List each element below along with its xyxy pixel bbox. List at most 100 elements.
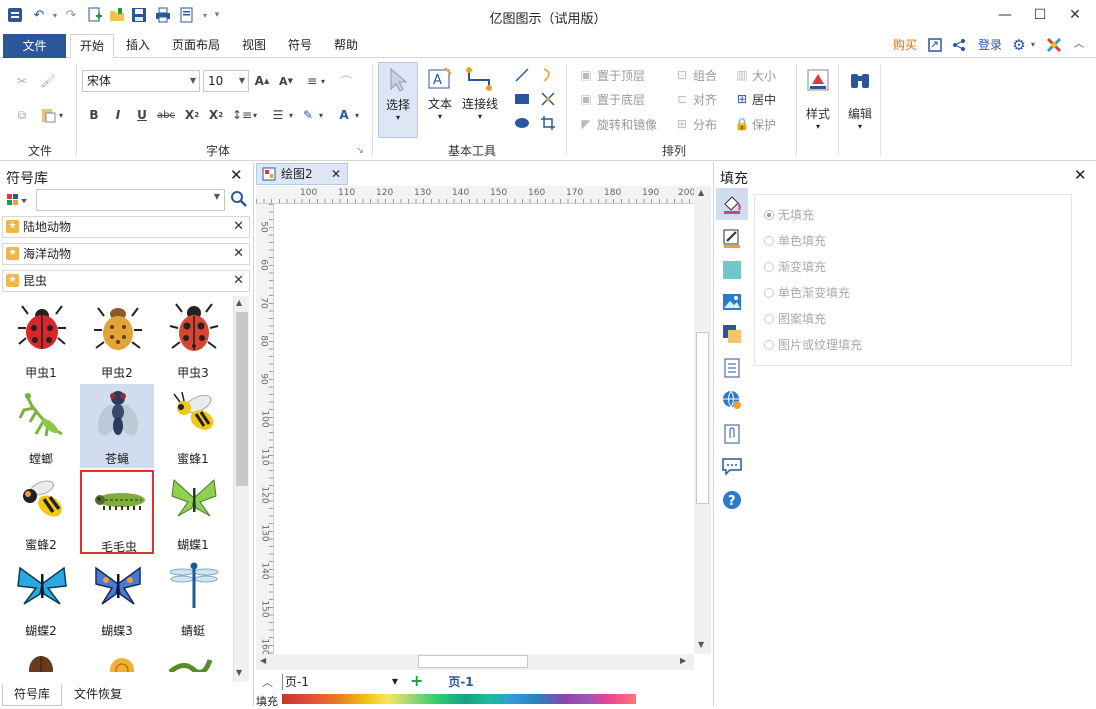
italic-icon[interactable]: I bbox=[108, 106, 128, 124]
close-category-icon[interactable]: ✕ bbox=[233, 271, 244, 291]
style-button[interactable]: 样式 ▾ bbox=[800, 62, 836, 152]
paste-icon[interactable] bbox=[38, 106, 58, 124]
scrollbar-thumb[interactable] bbox=[236, 312, 248, 486]
line-spacing-icon[interactable]: ⌒ bbox=[336, 72, 356, 90]
send-to-back-button[interactable]: 置于底层 bbox=[597, 91, 645, 108]
align-button[interactable]: 对齐 bbox=[693, 91, 717, 108]
center-button[interactable]: 居中 bbox=[752, 91, 776, 108]
font-dialog-launcher-icon[interactable]: ↘ bbox=[354, 142, 366, 160]
crosshair-tool-icon[interactable] bbox=[538, 90, 558, 108]
canvas-vertical-scrollbar[interactable]: ▲ ▼ bbox=[694, 186, 711, 654]
close-tab-icon[interactable]: ✕ bbox=[331, 164, 341, 184]
symbol-search-input[interactable]: ▼ bbox=[36, 189, 225, 211]
maximize-button[interactable]: ☐ bbox=[1022, 2, 1058, 28]
category-marine-animals[interactable]: ★ 海洋动物 ✕ bbox=[2, 243, 250, 265]
text-align-dropdown-icon[interactable]: ▾ bbox=[318, 72, 328, 90]
add-page-icon[interactable]: + bbox=[410, 671, 423, 690]
symbol-scrollbar[interactable]: ▲ ▼ bbox=[233, 296, 249, 682]
symbol-bee-1[interactable]: 蜜蜂1 bbox=[156, 384, 230, 468]
group-button[interactable]: 组合 bbox=[693, 67, 717, 84]
rotate-mirror-button[interactable]: 旋转和镜像 bbox=[597, 116, 657, 133]
shrink-font-icon[interactable]: A ▼ bbox=[276, 72, 296, 90]
menu-file[interactable]: 文件 bbox=[3, 34, 66, 58]
symbol-partial[interactable] bbox=[164, 652, 216, 672]
tab-symbol[interactable]: 符号 bbox=[282, 32, 318, 58]
symbol-partial[interactable] bbox=[16, 648, 66, 672]
select-tool-button[interactable]: 选择 ▾ bbox=[378, 62, 418, 138]
font-color-icon[interactable]: A bbox=[334, 106, 354, 124]
grow-font-icon[interactable]: A ▲ bbox=[252, 72, 272, 90]
tab-file-recovery[interactable]: 文件恢复 bbox=[66, 684, 130, 706]
tab-view[interactable]: 视图 bbox=[236, 32, 272, 58]
scroll-down-icon[interactable]: ▼ bbox=[236, 668, 242, 677]
rectangle-tool-icon[interactable] bbox=[512, 90, 532, 108]
help-icon[interactable]: ? bbox=[722, 490, 742, 510]
symbol-beetle-3[interactable]: 甲虫3 bbox=[156, 298, 230, 382]
scrollbar-thumb[interactable] bbox=[696, 332, 709, 504]
bullet-dropdown-icon[interactable]: ▾ bbox=[286, 106, 296, 124]
settings-gear-icon[interactable]: ⚙ bbox=[1010, 32, 1028, 58]
document-tab[interactable]: 绘图2 ✕ bbox=[256, 163, 348, 185]
settings-dropdown-icon[interactable]: ▾ bbox=[1028, 32, 1038, 58]
hyperlink-globe-icon[interactable] bbox=[722, 390, 742, 410]
center-icon[interactable]: ⊞ bbox=[732, 90, 752, 108]
distribute-button[interactable]: 分布 bbox=[693, 116, 717, 133]
search-icon[interactable] bbox=[230, 190, 248, 208]
tab-help[interactable]: 帮助 bbox=[328, 32, 364, 58]
symbol-dragonfly[interactable]: 蜻蜓 bbox=[156, 556, 230, 640]
share-icon[interactable] bbox=[950, 32, 968, 58]
paragraph-spacing-icon[interactable]: ↕≡ bbox=[232, 106, 252, 124]
copy-icon[interactable]: ⧉ bbox=[12, 106, 32, 124]
symbol-caterpillar[interactable]: 毛毛虫 bbox=[80, 470, 154, 554]
superscript-icon[interactable]: X2 bbox=[206, 106, 226, 124]
page-properties-icon[interactable] bbox=[722, 358, 742, 378]
paragraph-spacing-dropdown-icon[interactable]: ▾ bbox=[250, 106, 260, 124]
symbol-fly[interactable]: 苍蝇 bbox=[80, 384, 154, 468]
expand-colors-icon[interactable]: ︿ bbox=[262, 674, 273, 690]
close-panel-icon[interactable]: ✕ bbox=[230, 166, 243, 184]
scrollbar-thumb[interactable] bbox=[418, 655, 528, 668]
group-icon[interactable]: ⊡ bbox=[672, 66, 692, 84]
skin-icon[interactable] bbox=[1044, 32, 1064, 58]
subscript-icon[interactable]: X2 bbox=[182, 106, 202, 124]
scroll-up-icon[interactable]: ▲ bbox=[236, 298, 242, 307]
line-style-icon[interactable] bbox=[722, 228, 742, 248]
fill-option-pattern[interactable]: 图案填充 bbox=[764, 310, 826, 327]
crop-tool-icon[interactable] bbox=[538, 114, 558, 132]
layers-icon[interactable] bbox=[722, 324, 742, 344]
format-painter-icon[interactable]: 🖌 bbox=[38, 72, 58, 90]
page-select[interactable]: 页-1 ▼ bbox=[282, 674, 400, 690]
symbol-butterfly-2[interactable]: 蝴蝶2 bbox=[4, 556, 78, 640]
scroll-down-icon[interactable]: ▼ bbox=[698, 640, 704, 649]
page-tab-1[interactable]: 页-1 bbox=[434, 674, 488, 690]
rotate-icon[interactable]: ◤ bbox=[576, 115, 596, 133]
curve-tool-icon[interactable] bbox=[538, 66, 558, 84]
bring-to-front-button[interactable]: 置于顶层 bbox=[597, 67, 645, 84]
close-category-icon[interactable]: ✕ bbox=[233, 217, 244, 237]
attachment-icon[interactable] bbox=[722, 424, 742, 444]
underline-icon[interactable]: U bbox=[132, 106, 152, 124]
close-category-icon[interactable]: ✕ bbox=[233, 244, 244, 264]
scroll-left-icon[interactable]: ◀ bbox=[260, 656, 266, 665]
symbol-butterfly-1[interactable]: 蝴蝶1 bbox=[156, 470, 230, 554]
size-icon[interactable]: ▥ bbox=[732, 66, 752, 84]
highlight-icon[interactable]: ✎ bbox=[298, 106, 318, 124]
color-palette[interactable] bbox=[282, 694, 636, 704]
symbol-butterfly-3[interactable]: 蝴蝶3 bbox=[80, 556, 154, 640]
shadow-icon[interactable] bbox=[722, 260, 742, 280]
image-icon[interactable] bbox=[722, 292, 742, 312]
fill-option-gradient[interactable]: 渐变填充 bbox=[764, 258, 826, 275]
fill-option-none[interactable]: 无填充 bbox=[764, 206, 814, 223]
fill-option-picture[interactable]: 图片或纹理填充 bbox=[764, 336, 862, 353]
size-button[interactable]: 大小 bbox=[752, 67, 776, 84]
ellipse-tool-icon[interactable] bbox=[512, 114, 532, 132]
cut-icon[interactable]: ✂ bbox=[12, 72, 32, 90]
font-name-select[interactable]: 宋体 ▼ bbox=[82, 70, 200, 92]
symbol-partial[interactable] bbox=[88, 652, 140, 672]
tab-insert[interactable]: 插入 bbox=[120, 32, 156, 58]
strikethrough-icon[interactable]: abc bbox=[156, 106, 176, 124]
edit-button[interactable]: 编辑 ▾ bbox=[842, 62, 878, 152]
collapse-ribbon-icon[interactable]: ︿ bbox=[1070, 32, 1088, 58]
comment-icon[interactable] bbox=[722, 456, 742, 476]
highlight-dropdown-icon[interactable]: ▾ bbox=[316, 106, 326, 124]
